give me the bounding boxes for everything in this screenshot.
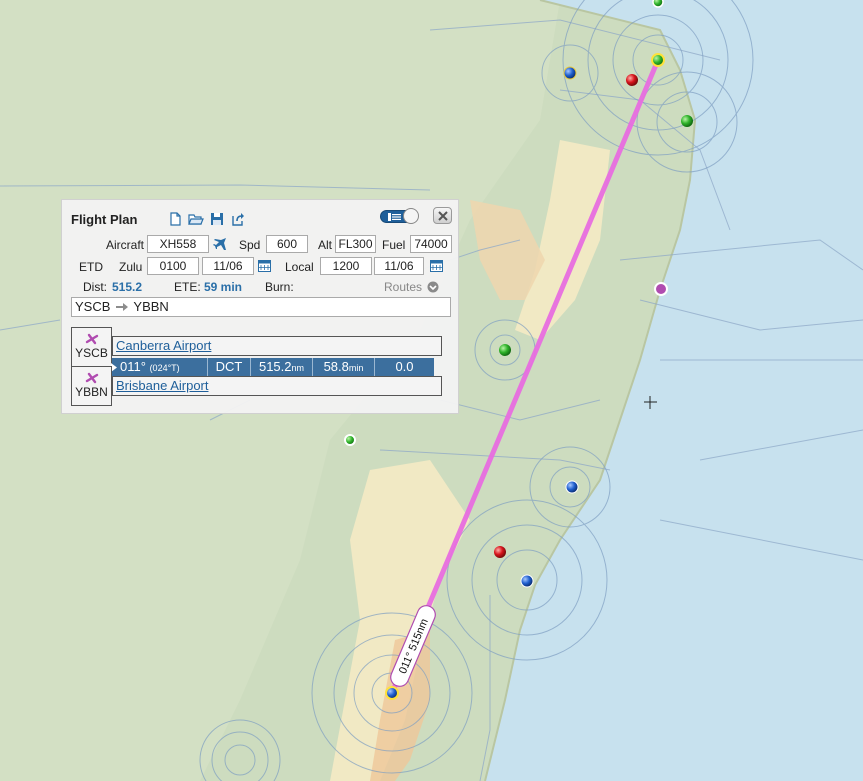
airport-marker[interactable] [626,74,638,86]
departure-link[interactable]: Canberra Airport [116,338,211,353]
airport-marker[interactable] [654,282,668,296]
aircraft-label: Aircraft [106,238,145,252]
distance-value: 515.2 [112,280,143,294]
local-calendar-icon[interactable] [430,259,444,273]
leg-true-track: (024°T) [149,363,180,373]
altitude-label: Alt [318,238,333,252]
airport-icon [85,333,98,345]
ete-label: ETE: [174,280,201,294]
local-label: Local [285,260,314,274]
route-from: YSCB [75,299,111,314]
close-button[interactable] [433,207,452,224]
leg-via: DCT [208,358,251,376]
leg-track: 011° (024°T) [111,358,208,376]
arrival-name: Brisbane Airport [112,376,442,396]
airport-marker[interactable] [651,53,665,67]
airport-marker[interactable] [344,434,356,446]
zulu-label: Zulu [119,260,143,274]
open-folder-icon[interactable] [188,212,204,226]
airport-marker[interactable] [652,0,664,8]
fuel-input[interactable]: 74000 [410,235,452,253]
local-date-input[interactable]: 11/06 [374,257,424,275]
leg-time: 58.8min [313,358,375,376]
zulu-calendar-icon[interactable] [258,259,272,273]
altitude-input[interactable]: FL300 [335,235,376,253]
leg-track-value: 011° [120,359,146,374]
toggle-knob [403,208,419,224]
leg-distance-unit: nm [291,363,305,373]
leg-fuel: 0.0 [375,358,434,376]
flight-plan-panel: Flight Plan Aircraft XH558 Spd 600 Alt F… [61,199,459,414]
airport-marker[interactable] [563,66,577,80]
leg-distance-value: 515.2 [258,359,292,374]
new-document-icon[interactable] [168,212,182,226]
aircraft-plane-icon[interactable] [213,237,227,251]
fuel-label: Fuel [382,238,406,252]
airport-marker[interactable] [494,546,506,558]
routes-button[interactable]: Routes [384,280,439,294]
departure-code: YSCB [75,346,108,360]
arrival-code: YBBN [75,385,108,399]
departure-icon-box[interactable]: YSCB [71,327,112,367]
airport-marker[interactable] [499,344,511,356]
zulu-time-input[interactable]: 0100 [147,257,199,275]
leg-time-unit: min [348,363,364,373]
panel-toggle[interactable] [380,208,419,224]
airport-marker[interactable] [565,480,579,494]
leg-distance: 515.2nm [251,358,313,376]
routes-label: Routes [384,280,423,294]
panel-title: Flight Plan [71,212,138,227]
route-to: YBBN [133,299,169,314]
airport-icon [85,372,98,384]
ete-value: 59 min [204,280,243,294]
chevron-down-icon [427,281,439,293]
departure-name: Canberra Airport [112,336,442,356]
speed-label: Spd [239,238,261,252]
save-icon[interactable] [210,212,224,226]
local-time-input[interactable]: 1200 [320,257,372,275]
share-icon[interactable] [231,212,245,226]
burn-label: Burn: [265,280,294,294]
route-input[interactable]: YSCB YBBN [71,297,451,317]
airport-marker[interactable] [385,686,399,700]
arrival-icon-box[interactable]: YBBN [71,366,112,406]
etd-label: ETD [79,260,103,274]
speed-input[interactable]: 600 [266,235,308,253]
distance-label: Dist: [83,280,107,294]
leg-time-value: 58.8 [323,359,349,374]
arrival-link[interactable]: Brisbane Airport [116,378,209,393]
aircraft-input[interactable]: XH558 [147,235,209,253]
arrow-right-icon [116,303,129,311]
airport-marker[interactable] [681,115,693,127]
zulu-date-input[interactable]: 11/06 [202,257,254,275]
airport-marker[interactable] [520,574,534,588]
close-icon [438,211,448,221]
